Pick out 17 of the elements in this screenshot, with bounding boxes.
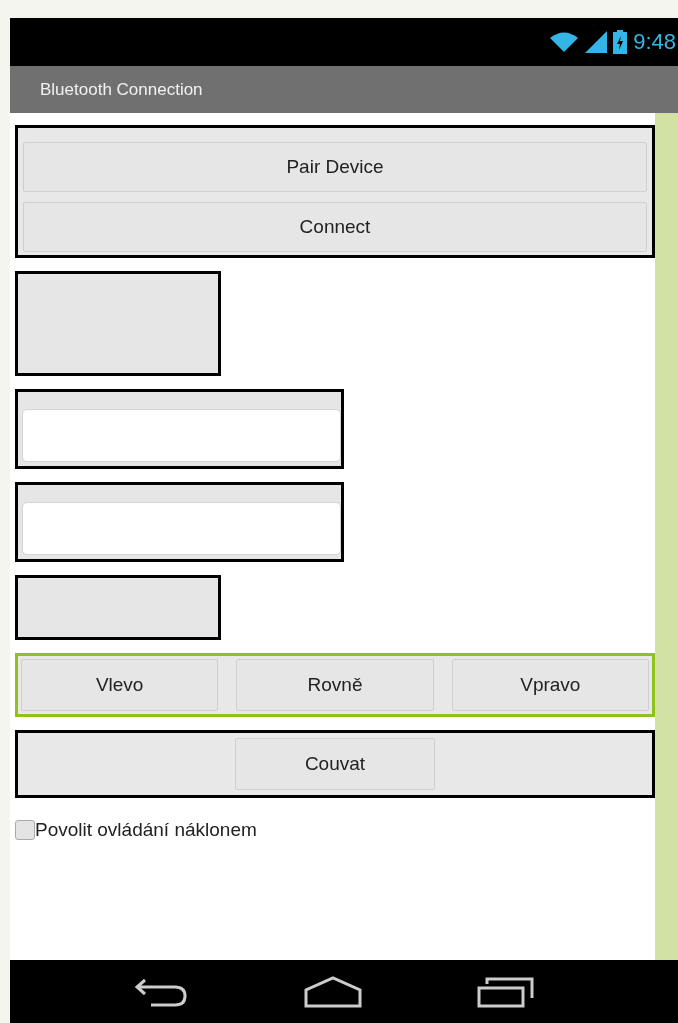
text-box[interactable] <box>15 482 344 562</box>
home-icon <box>304 975 362 1008</box>
app-button[interactable]: Couvat <box>235 738 435 790</box>
checkbox[interactable] <box>15 820 35 840</box>
checkbox-label: Povolit ovládání náklonem <box>35 819 257 841</box>
app-button[interactable]: Connect <box>23 202 647 252</box>
signal-icon <box>585 31 608 53</box>
screen-title: Bluetooth Connection <box>40 79 203 100</box>
app-button[interactable]: Vlevo <box>21 659 219 711</box>
app-button[interactable]: Rovně <box>236 659 434 711</box>
recent-apps-icon <box>477 975 535 1008</box>
wifi-icon <box>549 31 580 53</box>
app-button[interactable]: Vpravo <box>451 659 649 711</box>
text-box[interactable] <box>15 389 344 469</box>
clock-time: 9:48 <box>633 29 676 55</box>
battery-icon <box>613 30 628 54</box>
app-button[interactable]: Pair Device <box>23 142 647 192</box>
